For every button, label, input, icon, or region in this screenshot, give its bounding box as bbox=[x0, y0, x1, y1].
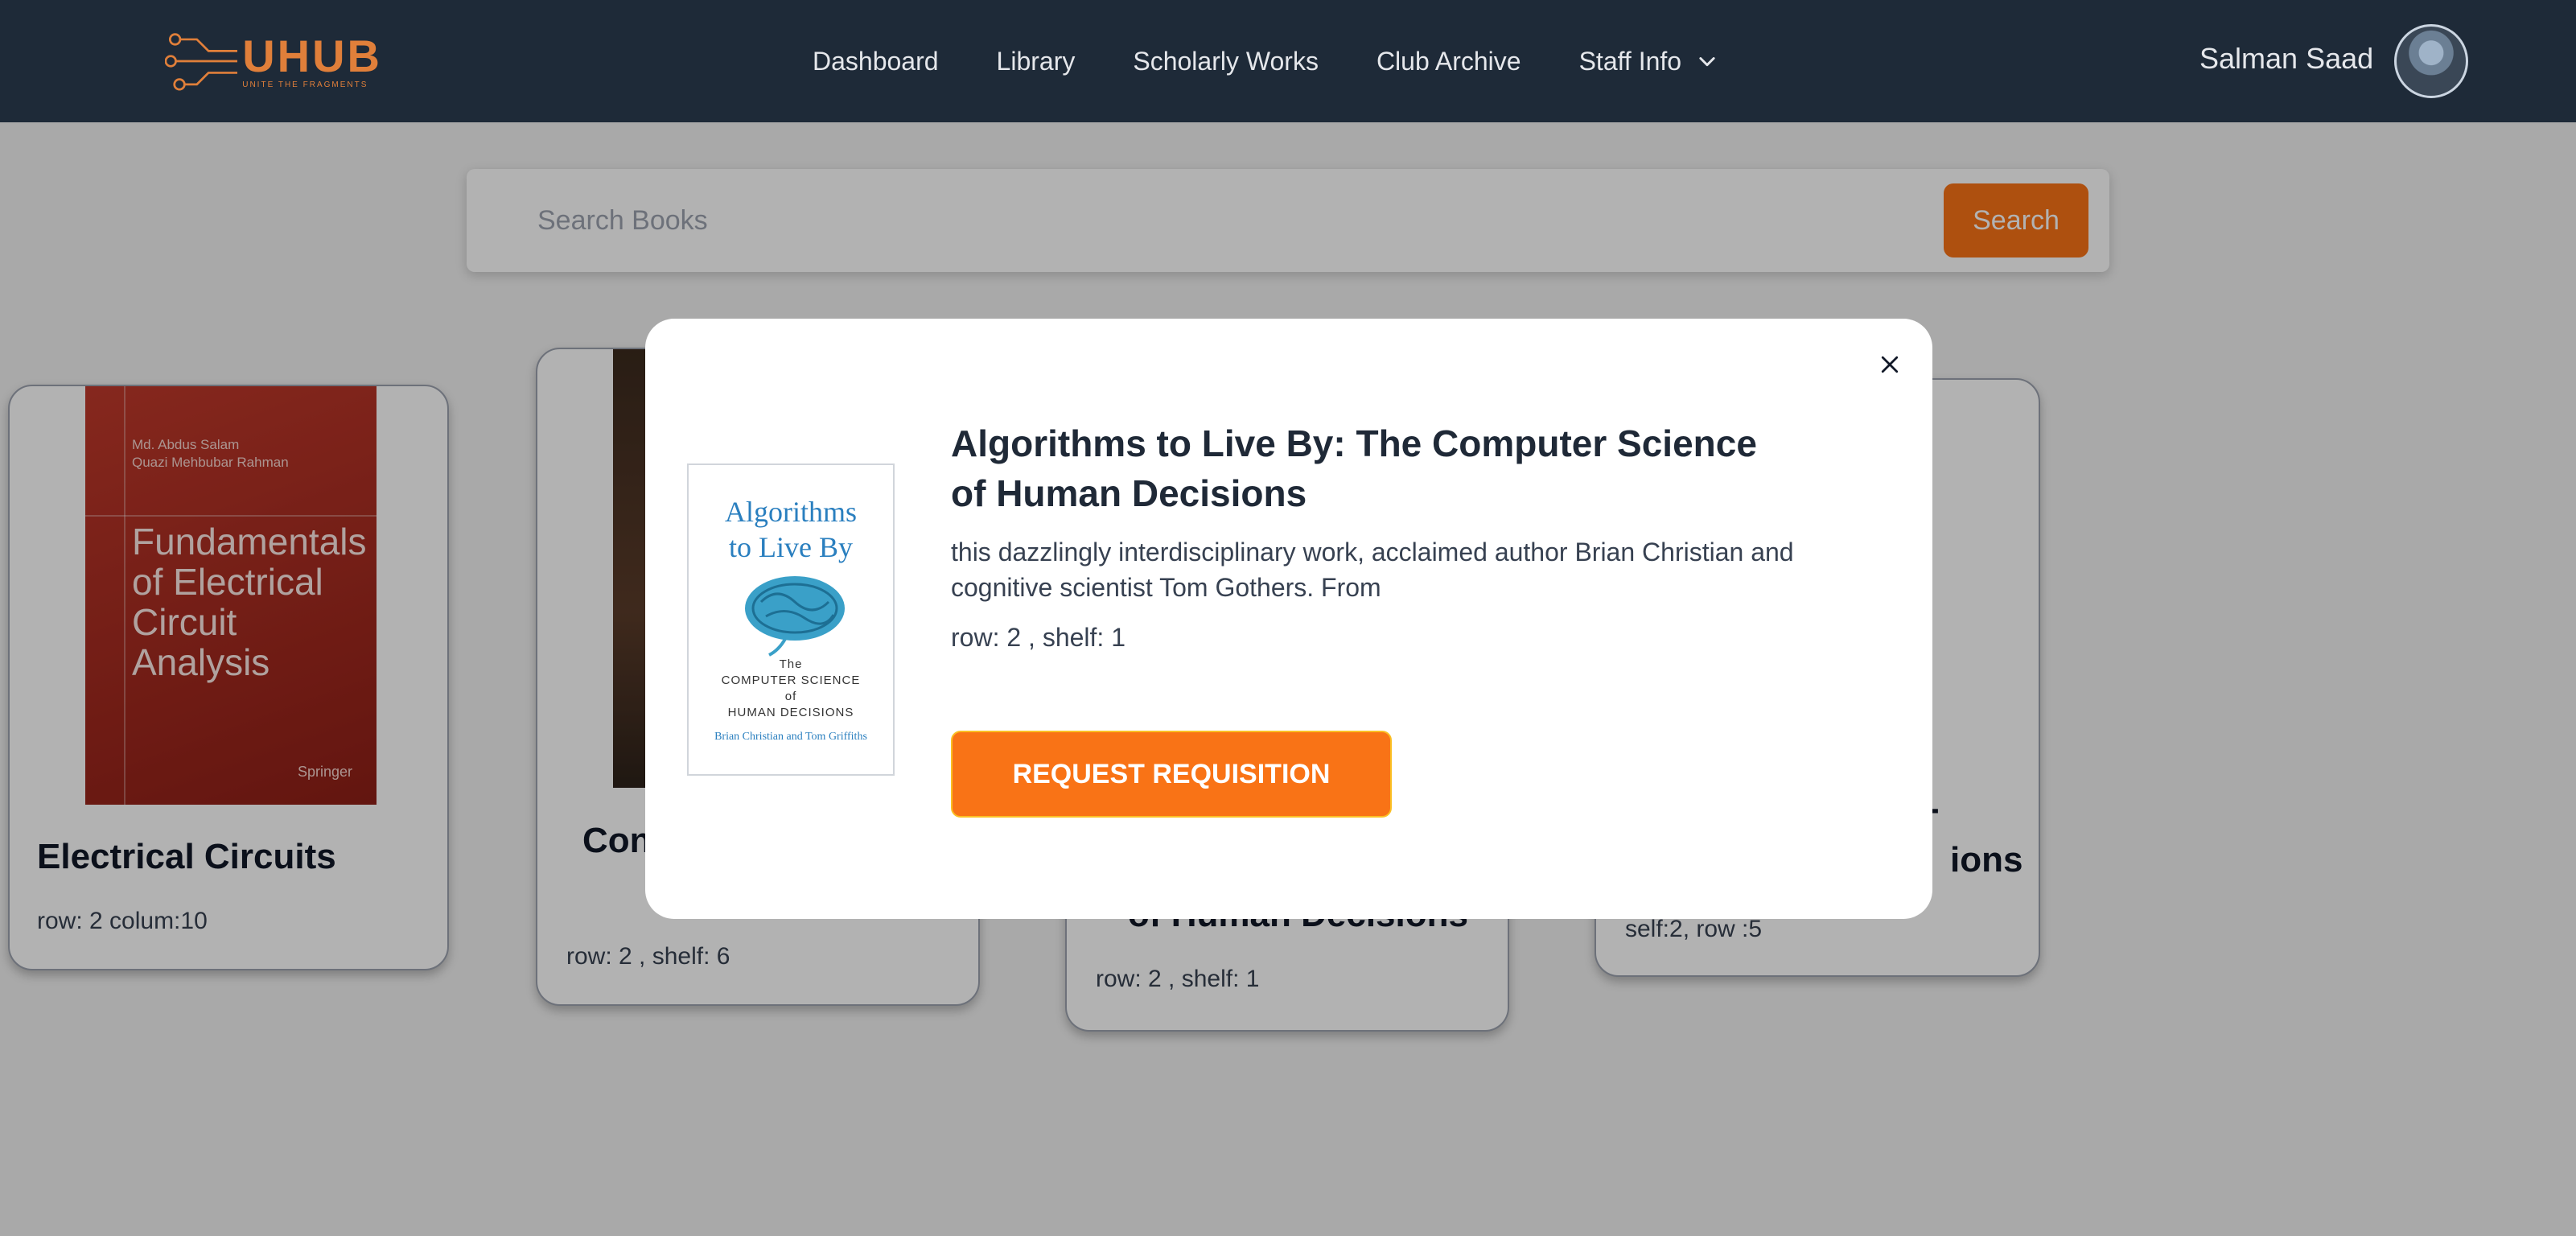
cover-subtitle-line: of bbox=[784, 690, 797, 703]
nav-library[interactable]: Library bbox=[997, 47, 1076, 76]
book-title: Algorithms to Live By: The Computer Scie… bbox=[951, 422, 1757, 514]
chevron-down-icon bbox=[1699, 57, 1715, 67]
cover-subtitle-line: The bbox=[779, 657, 803, 671]
close-icon bbox=[1881, 356, 1899, 373]
book-cover: Algorithms to Live By The COMPUTER SCIEN… bbox=[687, 464, 895, 776]
book-description: this dazzlingly interdisciplinary work, … bbox=[951, 538, 1794, 602]
nav-staff-info-label: Staff Info bbox=[1578, 46, 1682, 76]
close-button[interactable] bbox=[1871, 346, 1908, 383]
cover-title-line: to Live By bbox=[729, 531, 853, 563]
uhub-logo[interactable]: UHUB UNITE THE FRAGMENTS bbox=[165, 26, 382, 97]
nav-staff-info[interactable]: Staff Info bbox=[1579, 47, 1719, 76]
book-detail-modal: Algorithms to Live By The COMPUTER SCIEN… bbox=[645, 319, 1932, 919]
brain-icon bbox=[745, 576, 845, 657]
user-avatar[interactable] bbox=[2394, 24, 2468, 98]
request-requisition-button[interactable]: REQUEST REQUISITION bbox=[951, 731, 1392, 818]
user-name[interactable]: Salman Saad bbox=[2199, 42, 2373, 76]
nav-scholarly-works[interactable]: Scholarly Works bbox=[1133, 47, 1319, 76]
logo-tagline: UNITE THE FRAGMENTS bbox=[242, 80, 368, 89]
book-location: row: 2 , shelf: 1 bbox=[951, 623, 1125, 652]
cover-title-line: Algorithms bbox=[724, 496, 857, 528]
cover-authors: Brian Christian and Tom Griffiths bbox=[714, 731, 867, 743]
nav-club-archive[interactable]: Club Archive bbox=[1376, 47, 1521, 76]
cover-subtitle-line: COMPUTER SCIENCE bbox=[721, 674, 861, 687]
nav-dashboard[interactable]: Dashboard bbox=[813, 47, 939, 76]
logo-title: UHUB bbox=[242, 30, 382, 81]
top-navbar: UHUB UNITE THE FRAGMENTS Dashboard Libra… bbox=[0, 0, 2576, 122]
cover-subtitle-line: HUMAN DECISIONS bbox=[727, 706, 854, 719]
circuit-logo-icon bbox=[165, 33, 238, 91]
main-nav: Dashboard Library Scholarly Works Club A… bbox=[813, 0, 1776, 122]
